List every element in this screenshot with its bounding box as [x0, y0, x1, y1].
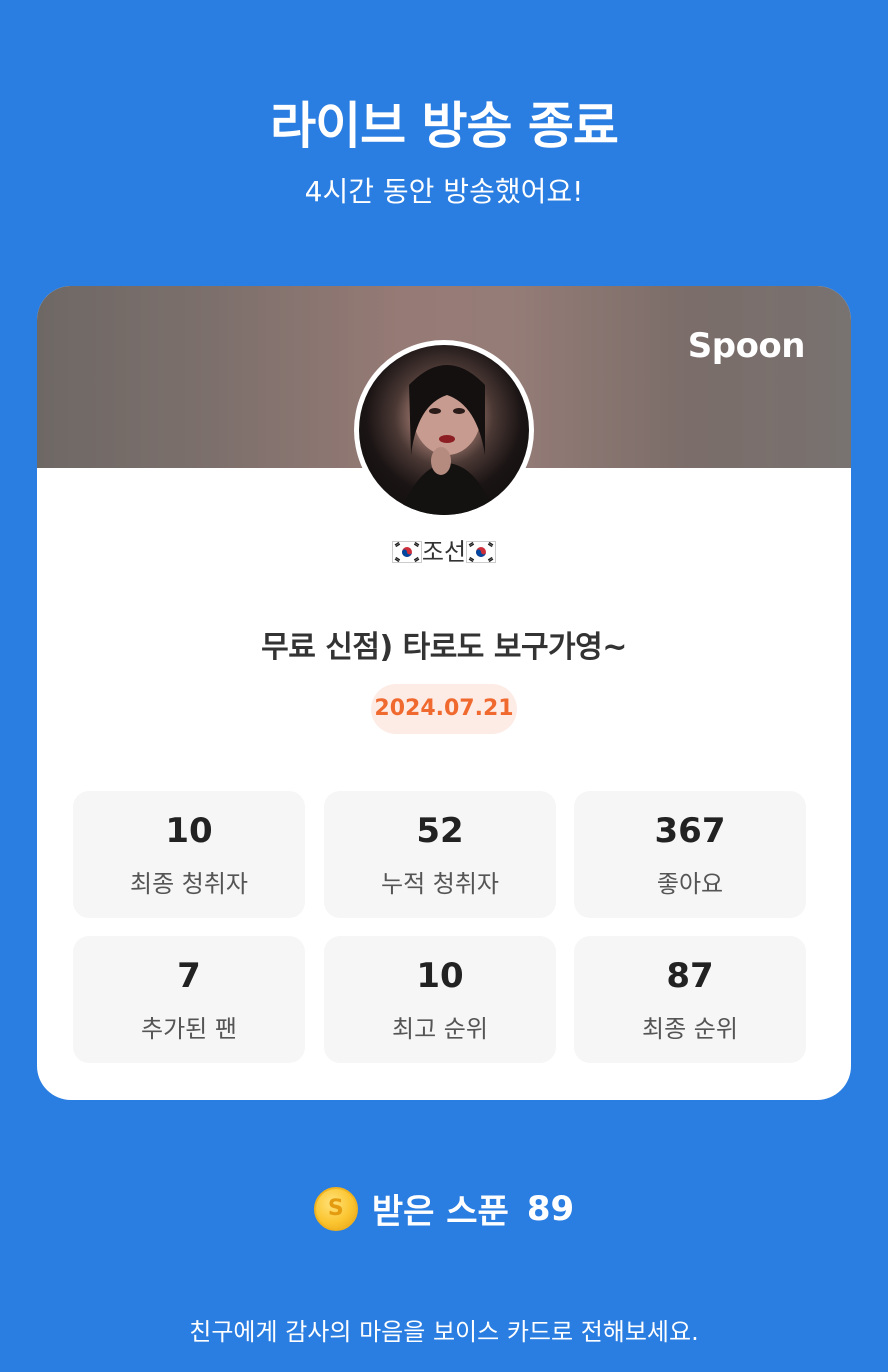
stat-value: 10	[416, 956, 464, 996]
live-date-badge: 2024.07.21	[371, 684, 517, 734]
stat-value: 7	[177, 956, 201, 996]
live-title: 무료 신점) 타로도 보구가영~	[261, 630, 627, 665]
received-spoons: S 받은 스푼 89	[0, 1184, 888, 1232]
stat-new-fans: 7 추가된 팬	[73, 936, 305, 1063]
stat-likes: 367 좋아요	[574, 791, 806, 918]
stat-label: 누적 청취자	[380, 870, 500, 898]
live-end-screen: 라이브 방송 종료 4시간 동안 방송했어요! Spoon 조선 무료 신점) …	[0, 0, 888, 1372]
korea-flag-icon	[391, 541, 422, 563]
korea-flag-icon	[466, 541, 497, 563]
stat-total-listeners: 52 누적 청취자	[324, 791, 556, 918]
spoons-count: 89	[526, 1188, 575, 1229]
stat-value: 52	[416, 811, 464, 851]
stat-label: 최종 순위	[642, 1015, 738, 1043]
voice-card-prompt: 친구에게 감사의 마음을 보이스 카드로 전해보세요.	[189, 1318, 699, 1346]
nickname-text: 조선	[421, 538, 467, 566]
stat-value: 87	[666, 956, 714, 996]
coin-icon: S	[313, 1186, 358, 1231]
brand-logo: Spoon	[687, 326, 806, 366]
stat-final-listeners: 10 최종 청취자	[73, 791, 305, 918]
live-summary-card: Spoon 조선 무료 신점) 타로도 보구가영~ 2024.07.21 10 …	[37, 286, 851, 1100]
stat-value: 10	[165, 811, 213, 851]
stat-label: 추가된 팬	[141, 1015, 237, 1043]
stat-highest-rank: 10 최고 순위	[324, 936, 556, 1063]
profile-photo	[359, 345, 529, 515]
stat-final-rank: 87 최종 순위	[574, 936, 806, 1063]
stat-label: 최고 순위	[392, 1015, 488, 1043]
avatar[interactable]	[354, 340, 534, 520]
stat-label: 최종 청취자	[129, 870, 249, 898]
page-subtitle: 4시간 동안 방송했어요!	[304, 175, 584, 208]
stat-label: 좋아요	[656, 870, 724, 898]
dj-nickname: 조선	[37, 532, 851, 567]
spoons-label: 받은 스푼	[371, 1192, 509, 1232]
page-title: 라이브 방송 종료	[270, 97, 619, 155]
stat-value: 367	[654, 811, 726, 851]
